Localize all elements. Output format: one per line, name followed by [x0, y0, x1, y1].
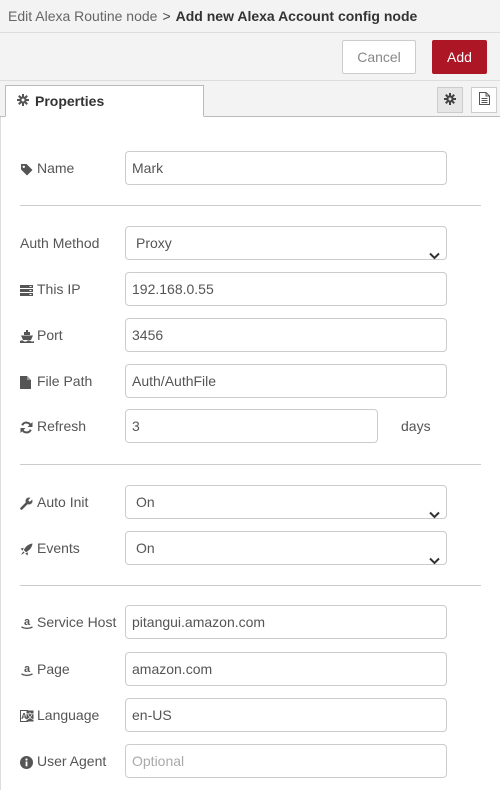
auth-method-label: Auth Method	[20, 235, 100, 251]
service-host-input[interactable]	[125, 605, 447, 639]
page-label-text: Page	[37, 661, 70, 677]
form-row-page: a Page	[20, 652, 480, 686]
amazon-icon: a	[20, 663, 34, 677]
rocket-icon	[20, 543, 34, 556]
form-row-auto-init: Auto Init On	[20, 485, 480, 519]
svg-text:a: a	[24, 663, 31, 675]
this-ip-label: This IP	[20, 272, 81, 306]
svg-text:文: 文	[26, 711, 34, 721]
section-divider	[20, 205, 481, 206]
auto-init-select[interactable]: On	[125, 485, 447, 519]
events-value: On	[136, 540, 155, 556]
add-button[interactable]: Add	[432, 40, 487, 74]
action-toolbar: Cancel Add	[0, 33, 500, 81]
name-input[interactable]	[125, 151, 447, 185]
chevron-down-icon	[429, 498, 440, 530]
chevron-down-icon	[429, 544, 440, 576]
wrench-icon	[20, 496, 34, 510]
tab-properties[interactable]: Properties	[5, 85, 204, 117]
info-circle-icon	[20, 755, 34, 769]
gear-icon	[444, 92, 456, 108]
language-label-text: Language	[37, 707, 100, 723]
file-icon	[20, 375, 34, 389]
events-label-text: Events	[37, 540, 80, 556]
breadcrumb-parent[interactable]: Edit Alexa Routine node	[8, 8, 157, 24]
amazon-icon: a	[20, 616, 34, 630]
breadcrumb-separator: >	[162, 8, 171, 24]
gear-icon	[17, 93, 29, 109]
file-path-label: File Path	[20, 364, 92, 398]
user-agent-label: User Agent	[20, 744, 106, 778]
port-input[interactable]	[125, 318, 447, 352]
events-label: Events	[20, 531, 80, 565]
refresh-label: Refresh	[20, 409, 86, 443]
settings-tab-button[interactable]	[437, 87, 463, 113]
section-divider	[20, 464, 481, 465]
chevron-down-icon	[429, 239, 440, 271]
refresh-units-label: days	[401, 418, 431, 434]
form-row-file-path: File Path	[20, 364, 480, 398]
language-input[interactable]	[125, 698, 447, 732]
form-row-refresh: Refresh days	[20, 409, 480, 443]
form-row-language: A 文 Language	[20, 698, 480, 732]
page-input[interactable]	[125, 652, 447, 686]
form-row-port: Port	[20, 318, 480, 352]
refresh-input[interactable]	[125, 409, 378, 443]
tray-header: Edit Alexa Routine node > Add new Alexa Ac…	[0, 0, 500, 33]
tabs-bar: Properties	[0, 81, 500, 117]
user-agent-label-text: User Agent	[37, 753, 107, 769]
file-path-label-text: File Path	[37, 373, 93, 389]
auto-init-value: On	[136, 494, 155, 510]
form-row-service-host: a Service Host	[20, 605, 480, 639]
user-agent-input[interactable]	[125, 744, 447, 778]
file-path-input[interactable]	[125, 364, 447, 398]
language-icon: A文	[20, 710, 34, 723]
panel-left-border	[0, 117, 1, 790]
page-title: Add new Alexa Account config node	[175, 8, 418, 24]
refresh-label-text: Refresh	[37, 418, 87, 434]
this-ip-label-text: This IP	[37, 281, 81, 297]
cancel-button[interactable]: Cancel	[342, 40, 416, 74]
events-select[interactable]: On	[125, 531, 447, 565]
page-label: a Page	[20, 652, 70, 686]
tab-properties-label: Properties	[35, 93, 105, 109]
service-host-label: a Service Host	[20, 605, 116, 639]
port-label: Port	[20, 318, 63, 352]
ship-icon	[20, 329, 34, 343]
auto-init-label-text: Auto Init	[37, 494, 89, 510]
auth-method-select[interactable]: Proxy	[125, 226, 447, 260]
section-divider	[20, 585, 481, 586]
service-host-label-text: Service Host	[37, 614, 117, 630]
refresh-icon	[20, 421, 34, 434]
form-row-this-ip: This IP	[20, 272, 480, 306]
tag-icon	[20, 163, 34, 176]
file-text-icon	[478, 92, 490, 108]
name-label-text: Name	[37, 160, 75, 176]
this-ip-input[interactable]	[125, 272, 447, 306]
server-icon	[20, 284, 34, 296]
auth-method-value: Proxy	[136, 235, 172, 251]
name-label: Name	[20, 151, 74, 185]
form-row-name: Name	[20, 151, 480, 185]
form-row-events: Events On	[20, 531, 480, 565]
form-row-auth-method: Auth Method Proxy	[20, 226, 480, 260]
auto-init-label: Auto Init	[20, 485, 88, 519]
description-tab-button[interactable]	[471, 87, 497, 113]
language-label: A 文 Language	[20, 698, 99, 732]
svg-text:a: a	[24, 616, 31, 628]
form-row-user-agent: User Agent	[20, 744, 480, 778]
port-label-text: Port	[37, 327, 63, 343]
